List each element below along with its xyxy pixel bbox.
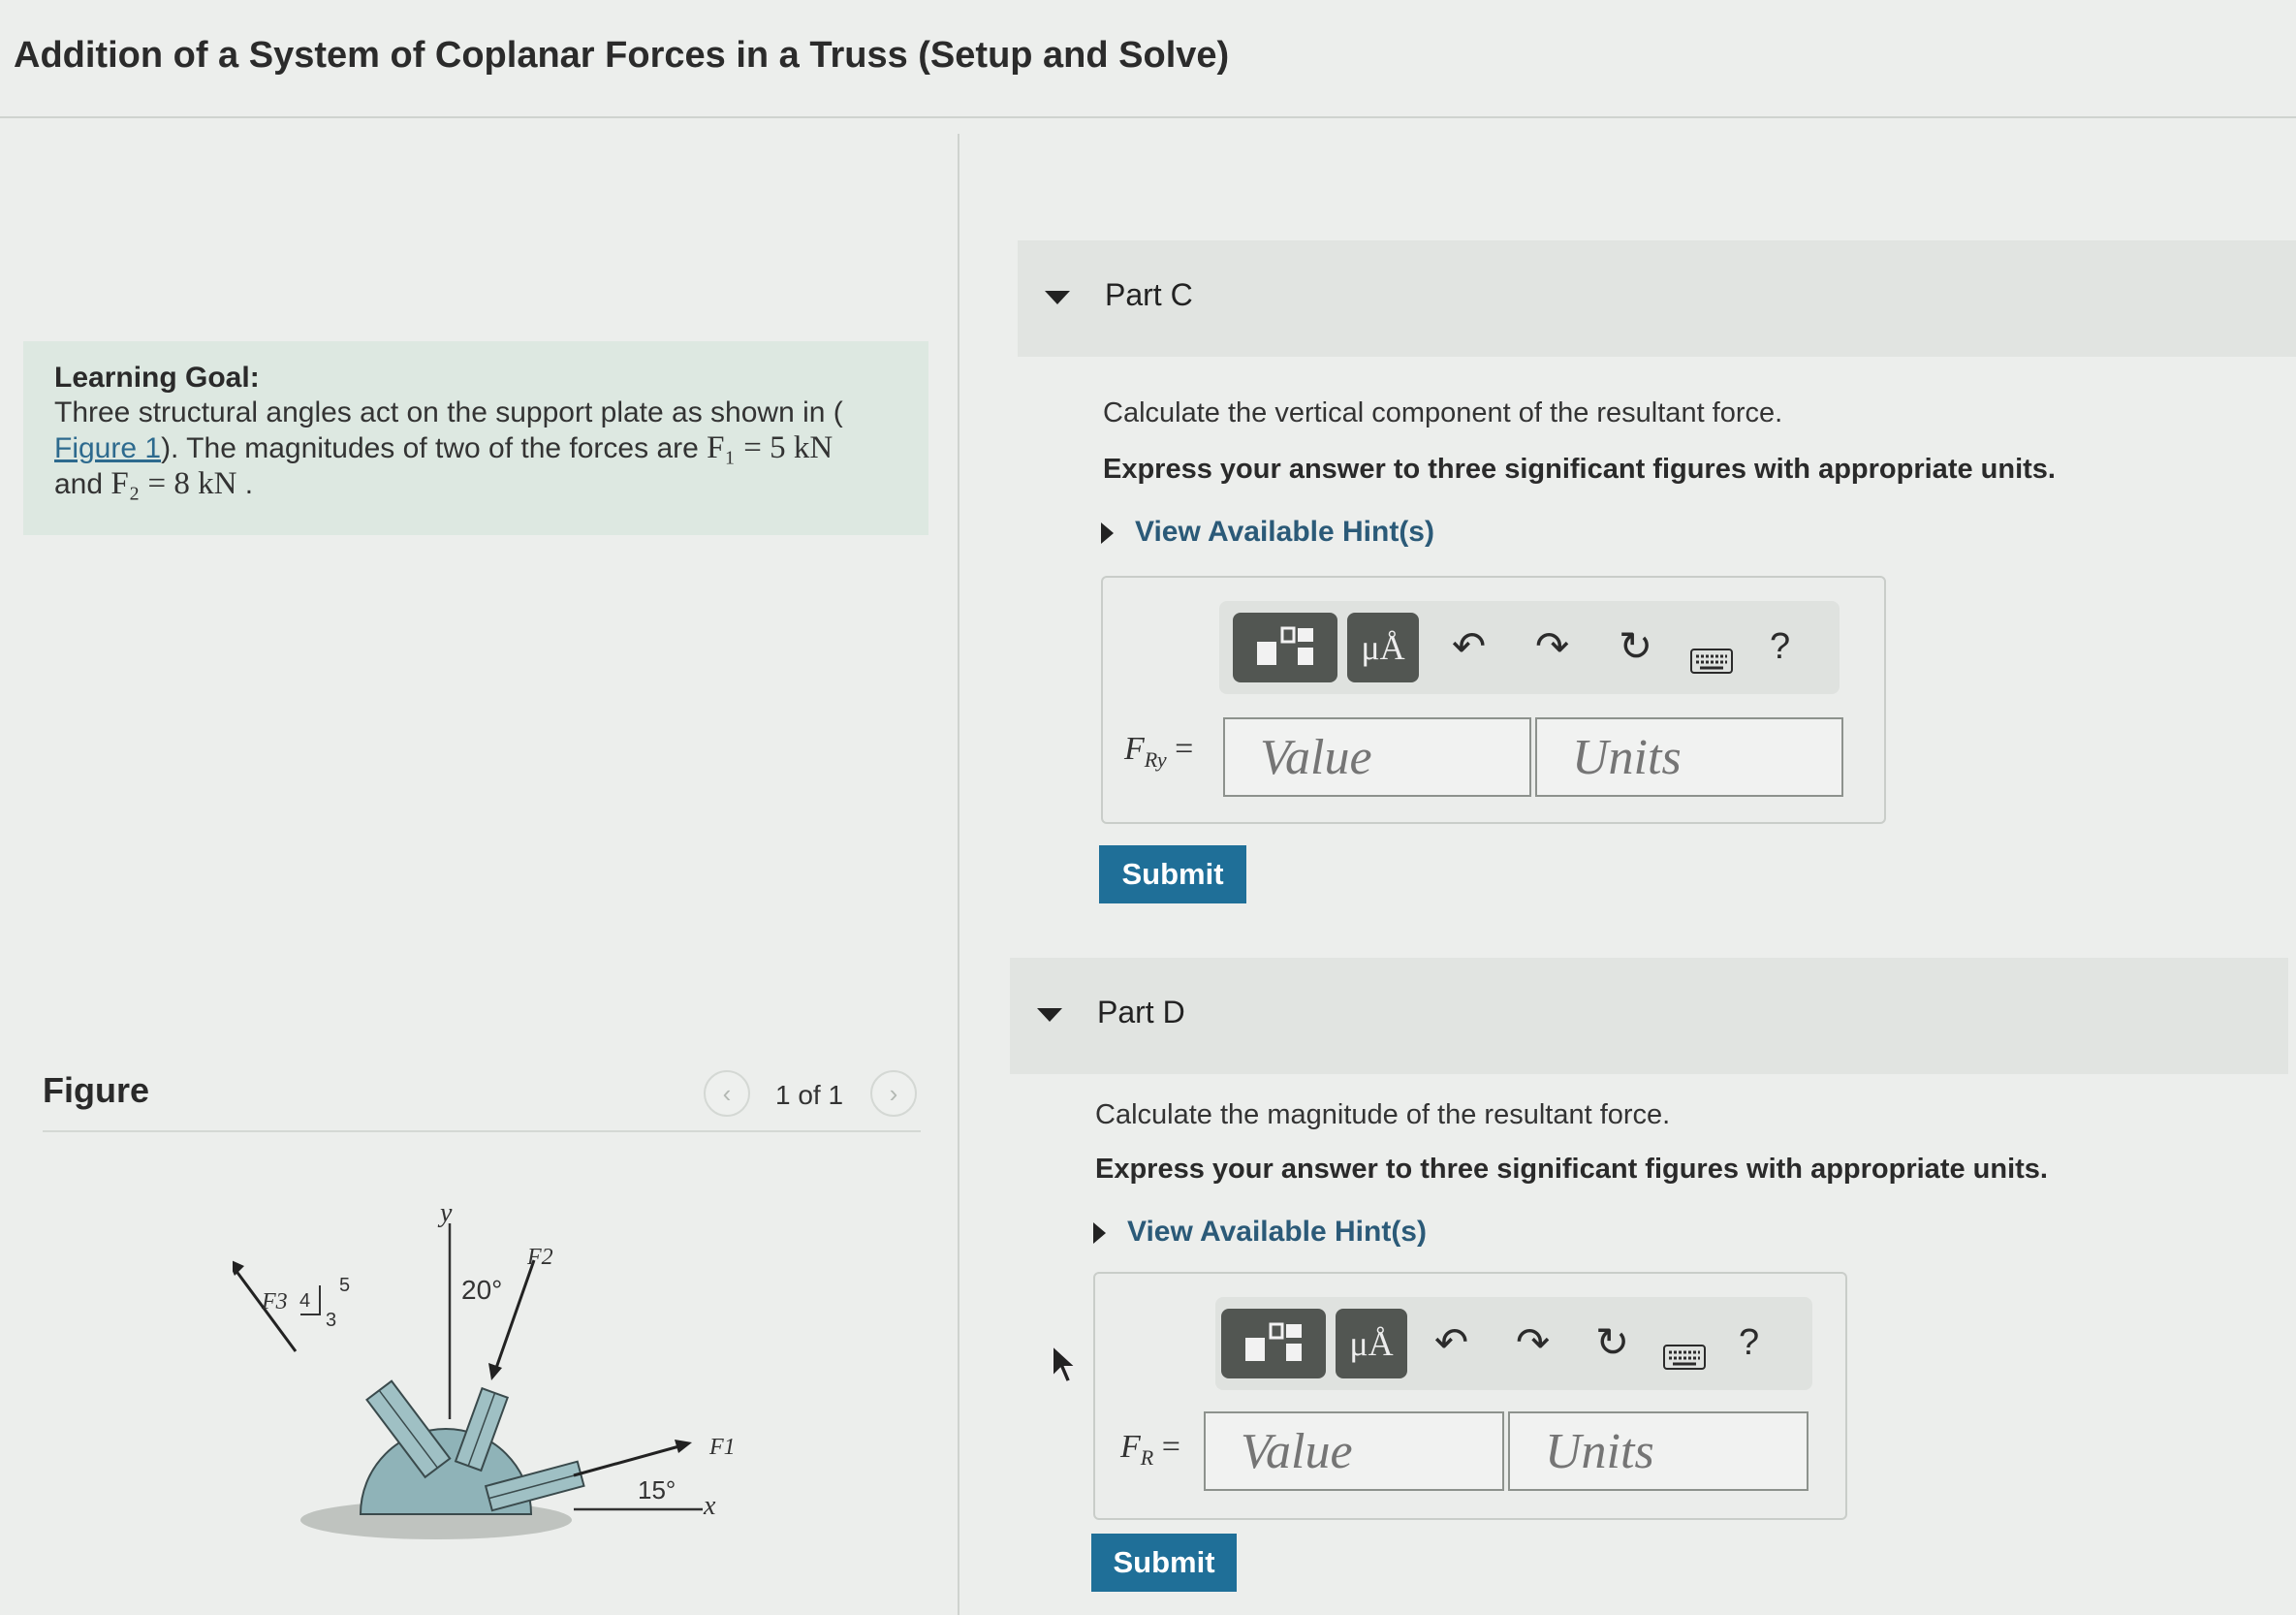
truss-figure: y x F1 F2 F3 20° 15° 4 3 5 — [233, 1198, 736, 1539]
part-c-title: Part C — [1105, 277, 1193, 312]
learning-goal-panel: Learning Goal: Three structural angles a… — [23, 341, 928, 535]
part-c-submit-button[interactable]: Submit — [1099, 845, 1246, 903]
triangle-4-label: 4 — [299, 1290, 310, 1312]
keyboard-icon[interactable] — [1690, 640, 1733, 681]
force-f2-value: F₂ = 8 kN — [110, 466, 237, 501]
force-f1-arrow — [573, 1442, 687, 1477]
redo-icon[interactable]: ↷ — [1535, 626, 1569, 667]
reset-icon[interactable]: ↻ — [1595, 1322, 1629, 1363]
units-button[interactable]: μÅ — [1347, 613, 1419, 682]
column-divider — [958, 134, 959, 1615]
f3-label: F3 — [261, 1289, 288, 1314]
part-c-variable-label: FRy = — [1124, 731, 1194, 772]
part-d-hint-toggle[interactable]: View Available Hint(s) — [1093, 1216, 1427, 1249]
arrowhead-icon — [675, 1440, 692, 1453]
undo-icon[interactable]: ↶ — [1452, 626, 1486, 667]
part-d-variable-label: FR = — [1120, 1429, 1180, 1470]
part-d-title: Part D — [1097, 995, 1185, 1029]
angle-15-label: 15° — [638, 1475, 676, 1504]
units-icon: μÅ — [1361, 628, 1405, 667]
figure-pager-text: 1 of 1 — [775, 1080, 844, 1110]
templates-icon — [1257, 626, 1313, 665]
part-d-units-input[interactable] — [1508, 1411, 1808, 1491]
angle-20-label: 20° — [461, 1275, 502, 1305]
chevron-left-icon: ‹ — [722, 1078, 732, 1108]
page-title: Addition of a System of Coplanar Forces … — [14, 35, 1230, 76]
collapse-triangle-icon[interactable] — [1037, 1008, 1062, 1022]
part-c-header[interactable]: Part C — [1018, 240, 2296, 357]
help-icon[interactable]: ? — [1770, 626, 1790, 667]
triangle-3-label: 3 — [326, 1310, 336, 1331]
figure-divider — [43, 1130, 921, 1132]
redo-icon[interactable]: ↷ — [1516, 1322, 1550, 1363]
learning-goal-heading: Learning Goal: — [54, 362, 260, 394]
f1-label: F1 — [708, 1435, 736, 1460]
part-c-instruction: Express your answer to three significant… — [1103, 454, 2056, 485]
part-d-question: Calculate the magnitude of the resultant… — [1095, 1099, 1671, 1130]
part-c-units-input[interactable] — [1535, 717, 1843, 797]
part-d-value-input[interactable] — [1204, 1411, 1504, 1491]
part-c-answer-box: μÅ ↶ ↷ ↻ ? FRy = — [1101, 576, 1886, 824]
mouse-cursor-icon — [1052, 1344, 1079, 1384]
expand-triangle-icon — [1101, 522, 1114, 545]
triangle-5-label: 5 — [339, 1275, 350, 1296]
reset-icon[interactable]: ↻ — [1619, 626, 1652, 667]
force-f1-value: F₁ = 5 kN — [707, 430, 833, 465]
next-figure-button[interactable]: › — [870, 1070, 917, 1117]
previous-figure-button[interactable]: ‹ — [704, 1070, 750, 1117]
templates-button[interactable] — [1221, 1309, 1326, 1378]
part-d-instruction: Express your answer to three significant… — [1095, 1154, 2048, 1185]
f2-label: F2 — [526, 1245, 553, 1270]
learning-goal-text: Three structural angles act on the suppo… — [54, 396, 843, 501]
part-c-question: Calculate the vertical component of the … — [1103, 397, 1783, 428]
part-d-submit-button[interactable]: Submit — [1091, 1534, 1237, 1592]
part-d-header[interactable]: Part D — [1010, 958, 2288, 1074]
collapse-triangle-icon[interactable] — [1045, 291, 1070, 304]
expand-triangle-icon — [1093, 1222, 1106, 1245]
help-icon[interactable]: ? — [1739, 1322, 1759, 1363]
units-button[interactable]: μÅ — [1336, 1309, 1407, 1378]
part-d-answer-box: μÅ ↶ ↷ ↻ ? FR = — [1093, 1272, 1847, 1520]
figure-heading: Figure — [43, 1070, 150, 1110]
templates-button[interactable] — [1233, 613, 1337, 682]
part-d-toolbar: μÅ ↶ ↷ ↻ ? — [1215, 1297, 1812, 1390]
chevron-right-icon: › — [889, 1078, 898, 1108]
x-axis-label: x — [703, 1491, 716, 1521]
part-c-hint-toggle[interactable]: View Available Hint(s) — [1101, 516, 1434, 549]
keyboard-icon[interactable] — [1663, 1336, 1706, 1377]
undo-icon[interactable]: ↶ — [1434, 1322, 1468, 1363]
title-divider — [0, 116, 2296, 118]
units-icon: μÅ — [1349, 1324, 1394, 1363]
part-c-toolbar: μÅ ↶ ↷ ↻ ? — [1219, 601, 1840, 694]
templates-icon — [1245, 1322, 1302, 1361]
figure-link[interactable]: Figure 1 — [54, 432, 161, 464]
part-c-value-input[interactable] — [1223, 717, 1531, 797]
y-axis-label: y — [437, 1198, 453, 1228]
arrowhead-icon — [488, 1363, 502, 1380]
